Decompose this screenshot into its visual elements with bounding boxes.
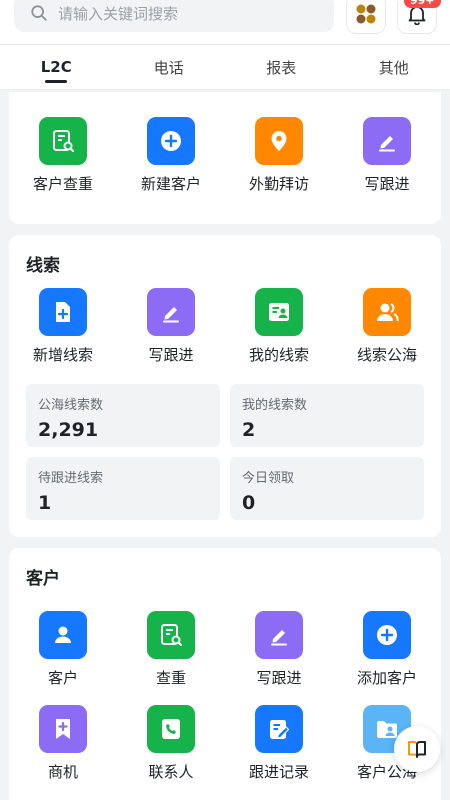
duplicate-check-icon — [147, 611, 195, 659]
customer-button[interactable]: 客户 — [9, 611, 117, 688]
followup-records-button[interactable]: 跟进记录 — [225, 705, 333, 782]
stat-value: 1 — [38, 492, 52, 514]
quick-actions-card: 客户查重 新建客户 外勤拜访 写跟进 — [9, 92, 441, 224]
customers-actions-row-2: 商机 联系人 跟进记录 客户公海 — [9, 705, 441, 782]
write-followup-icon — [363, 117, 411, 165]
action-label: 写跟进 — [256, 669, 302, 687]
notification-badge: 99+ — [404, 0, 441, 8]
stat-my-leads[interactable]: 我的线索数 2 — [230, 384, 424, 447]
field-visit-button[interactable]: 外勤拜访 — [225, 117, 333, 194]
lead-write-followup-button[interactable]: 写跟进 — [117, 288, 225, 365]
action-label: 添加客户 — [356, 669, 417, 687]
add-customer-icon — [363, 611, 411, 659]
stat-label: 我的线索数 — [242, 398, 308, 413]
action-label: 联系人 — [148, 763, 194, 781]
action-label: 新建客户 — [140, 175, 201, 193]
my-leads-icon — [255, 288, 303, 336]
customer-icon — [39, 611, 87, 659]
tab-bar: L2C 电话 报表 其他 — [0, 44, 450, 90]
customers-section-title: 客户 — [26, 569, 60, 589]
lead-pool-button[interactable]: 线索公海 — [333, 288, 441, 365]
stat-public-leads[interactable]: 公海线索数 2,291 — [26, 384, 220, 447]
add-customer-button[interactable]: 添加客户 — [333, 611, 441, 688]
my-leads-button[interactable]: 我的线索 — [225, 288, 333, 365]
stat-claimed-today[interactable]: 今日领取 0 — [230, 457, 424, 520]
new-customer-icon — [147, 117, 195, 165]
search-icon — [31, 5, 47, 21]
stat-value: 2,291 — [38, 419, 99, 441]
stat-label: 公海线索数 — [38, 398, 104, 413]
stat-value: 2 — [242, 419, 256, 441]
search-placeholder: 请输入关键词搜索 — [58, 4, 179, 23]
quick-actions-row: 客户查重 新建客户 外勤拜访 写跟进 — [9, 117, 441, 194]
tab-phone[interactable]: 电话 — [113, 45, 226, 89]
new-customer-button[interactable]: 新建客户 — [117, 117, 225, 194]
leads-card: 线索 新增线索 写跟进 我的线索 线索公海 公海线索数 2,291 我的线索数 … — [9, 235, 441, 537]
stat-label: 待跟进线索 — [38, 471, 104, 486]
top-header: 请输入关键词搜索 99+ — [0, 0, 450, 44]
search-bar[interactable]: 请输入关键词搜索 — [14, 0, 334, 32]
action-label: 线索公海 — [356, 346, 417, 364]
action-label: 我的线索 — [248, 346, 309, 364]
field-visit-location-icon — [255, 117, 303, 165]
action-label: 商机 — [47, 763, 78, 781]
floating-guide-button[interactable] — [394, 726, 440, 772]
customers-card: 客户 客户 查重 写跟进 添加客户 商机 联系人 跟进记录 客户公海 — [9, 548, 441, 800]
book-icon — [408, 741, 426, 758]
tab-other[interactable]: 其他 — [338, 45, 450, 89]
tab-reports[interactable]: 报表 — [225, 45, 338, 89]
action-label: 查重 — [155, 669, 186, 687]
apps-grid-icon — [356, 4, 376, 24]
add-lead-button[interactable]: 新增线索 — [9, 288, 117, 365]
opportunity-icon — [39, 705, 87, 753]
customer-write-followup-button[interactable]: 写跟进 — [225, 611, 333, 688]
customers-actions-row-1: 客户 查重 写跟进 添加客户 — [9, 611, 441, 688]
contact-phone-icon — [147, 705, 195, 753]
opportunity-button[interactable]: 商机 — [9, 705, 117, 782]
write-followup-icon — [255, 611, 303, 659]
customer-duplicate-check-icon — [39, 117, 87, 165]
followup-record-icon — [255, 705, 303, 753]
stat-value: 0 — [242, 492, 256, 514]
leads-section-title: 线索 — [26, 256, 60, 276]
action-label: 客户查重 — [32, 175, 93, 193]
action-label: 客户 — [47, 669, 78, 687]
stat-label: 今日领取 — [242, 471, 295, 486]
lead-pool-icon — [363, 288, 411, 336]
customer-duplicate-check-button[interactable]: 客户查重 — [9, 117, 117, 194]
add-lead-icon — [39, 288, 87, 336]
action-label: 写跟进 — [364, 175, 410, 193]
apps-button[interactable] — [346, 0, 386, 34]
duplicate-check-button[interactable]: 查重 — [117, 611, 225, 688]
action-label: 跟进记录 — [248, 763, 309, 781]
write-followup-button[interactable]: 写跟进 — [333, 117, 441, 194]
stat-pending-followup[interactable]: 待跟进线索 1 — [26, 457, 220, 520]
action-label: 写跟进 — [148, 346, 194, 364]
leads-actions-row: 新增线索 写跟进 我的线索 线索公海 — [9, 288, 441, 365]
action-label: 新增线索 — [32, 346, 93, 364]
write-followup-icon — [147, 288, 195, 336]
action-label: 外勤拜访 — [248, 175, 309, 193]
contacts-button[interactable]: 联系人 — [117, 705, 225, 782]
tab-l2c[interactable]: L2C — [0, 45, 113, 89]
